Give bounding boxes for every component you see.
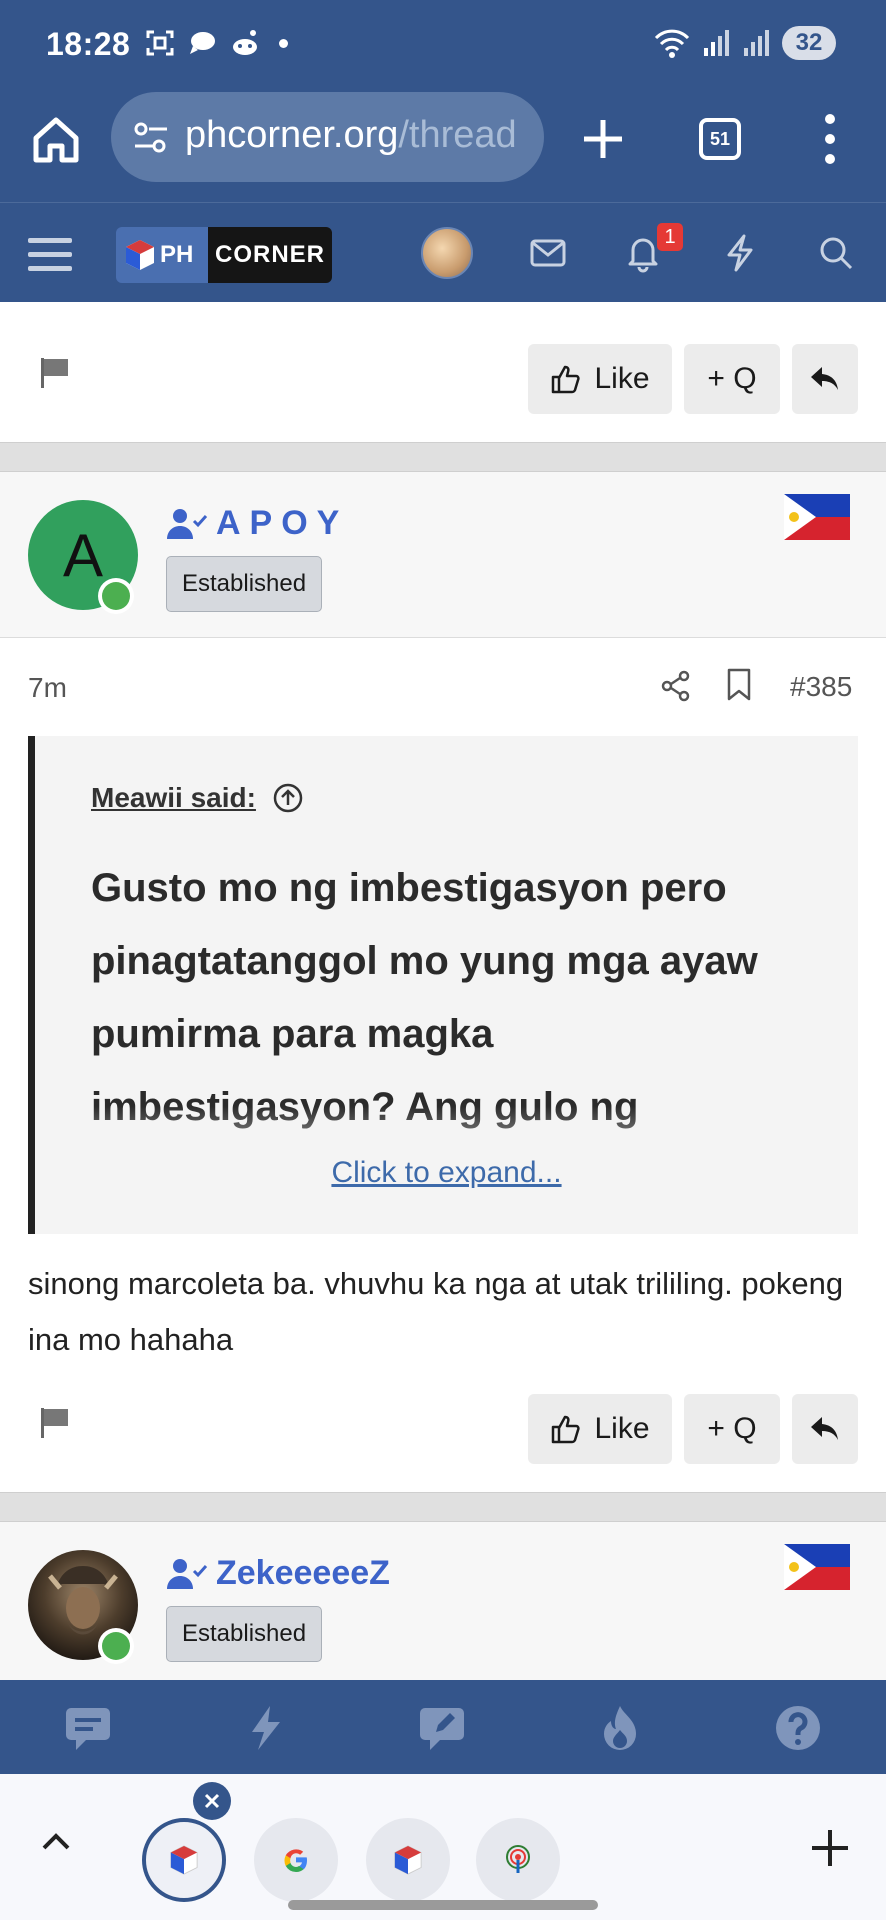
site-header: PH CORNER 1 bbox=[0, 202, 886, 302]
post-number[interactable]: #385 bbox=[790, 671, 852, 703]
search-icon[interactable] bbox=[816, 233, 856, 273]
status-notification-icons bbox=[145, 28, 288, 58]
quote-block: Meawii said: Gusto mo ng imbestigasyon p… bbox=[28, 736, 858, 1234]
close-tab-icon[interactable] bbox=[193, 1782, 231, 1820]
like-label: Like bbox=[594, 362, 650, 395]
author-username-text: APOY bbox=[216, 504, 349, 542]
post-author-header: ZekeeeeeZ Established bbox=[0, 1522, 886, 1680]
tab-google[interactable] bbox=[254, 1818, 338, 1902]
thumbs-up-icon bbox=[552, 1415, 581, 1444]
status-more-dot bbox=[279, 38, 288, 48]
share-icon[interactable] bbox=[660, 670, 692, 702]
reply-icon bbox=[811, 1417, 838, 1440]
phcorner-tab-icon bbox=[394, 1845, 422, 1875]
author-username[interactable]: APOY bbox=[166, 504, 348, 543]
arrow-up-circle-icon[interactable] bbox=[272, 782, 304, 814]
report-flag-icon[interactable] bbox=[38, 1406, 72, 1440]
signal-icon bbox=[704, 30, 729, 56]
verified-user-icon bbox=[167, 1558, 208, 1589]
reddit-icon bbox=[233, 30, 257, 55]
chat-bubble-icon bbox=[190, 32, 215, 54]
mail-icon[interactable] bbox=[528, 233, 568, 273]
status-system-icons: 32 bbox=[652, 26, 836, 60]
user-rank-badge: Established bbox=[166, 1606, 323, 1662]
lightning-icon[interactable] bbox=[720, 233, 760, 273]
tab-phcorner-active[interactable] bbox=[142, 1818, 226, 1902]
site-logo[interactable]: PH CORNER bbox=[116, 227, 332, 283]
address-bar[interactable]: phcorner.org/thread bbox=[111, 92, 544, 182]
quote-line: pinagtatanggol mo yung mga ayaw bbox=[91, 939, 758, 983]
chevron-up-icon[interactable] bbox=[38, 1824, 74, 1860]
quote-text: Gusto mo ng imbestigasyon pero pinagtata… bbox=[91, 852, 841, 1144]
quote-button[interactable]: + Q bbox=[684, 344, 780, 414]
thumbs-up-icon bbox=[552, 365, 581, 394]
chat-icon[interactable] bbox=[64, 1704, 112, 1752]
reply-button[interactable] bbox=[792, 1394, 858, 1464]
post-separator bbox=[0, 1492, 886, 1522]
post-separator bbox=[0, 442, 886, 472]
author-username-text: ZekeeeeeZ bbox=[216, 1554, 390, 1592]
phcorner-tab-icon bbox=[170, 1845, 198, 1875]
url-domain: phcorner.org bbox=[185, 114, 399, 156]
fire-icon[interactable] bbox=[596, 1704, 644, 1752]
wifi-icon bbox=[654, 29, 690, 58]
quote-line: pumirma para magka bbox=[91, 1012, 494, 1056]
logo-cube-icon bbox=[126, 240, 154, 270]
thread-content: Like + Q A APOY Established 7m #385 Meaw… bbox=[0, 302, 886, 1680]
screenshot-icon bbox=[146, 30, 174, 56]
philippines-flag-icon bbox=[784, 494, 850, 540]
post-body: sinong marcoleta ba. vhuvhu ka nga at ut… bbox=[28, 1266, 844, 1357]
like-button[interactable]: Like bbox=[528, 344, 672, 414]
click-to-expand-link[interactable]: Click to expand... bbox=[35, 1156, 858, 1190]
new-tab-icon[interactable] bbox=[580, 116, 626, 162]
site-settings-icon[interactable] bbox=[131, 118, 171, 158]
google-tab-icon bbox=[284, 1849, 307, 1872]
help-icon[interactable] bbox=[774, 1704, 822, 1752]
logo-ph-section: PH bbox=[116, 227, 208, 283]
logo-corner-text: CORNER bbox=[208, 227, 332, 283]
online-status-icon bbox=[98, 578, 134, 614]
hamburger-menu-icon[interactable] bbox=[26, 235, 74, 275]
post-timestamp[interactable]: 7m bbox=[28, 672, 67, 704]
like-button[interactable]: Like bbox=[528, 1394, 672, 1464]
reply-icon bbox=[811, 367, 838, 390]
quote-author-text: Meawii said: bbox=[91, 782, 256, 813]
bookmark-icon[interactable] bbox=[726, 668, 752, 702]
edit-icon[interactable] bbox=[418, 1704, 466, 1752]
author-username[interactable]: ZekeeeeeZ bbox=[166, 1554, 390, 1593]
tab-switcher-button[interactable]: 51 bbox=[699, 118, 741, 160]
user-rank-badge: Established bbox=[166, 556, 323, 612]
browser-toolbar: phcorner.org/thread 51 bbox=[0, 90, 886, 202]
broadcast-tab-icon bbox=[506, 1845, 530, 1873]
gesture-home-indicator[interactable] bbox=[288, 1900, 598, 1910]
user-avatar[interactable] bbox=[421, 227, 473, 279]
forum-bottom-nav bbox=[0, 1680, 886, 1774]
status-time: 18:28 bbox=[46, 26, 131, 62]
url-text: phcorner.org/thread bbox=[185, 114, 517, 157]
philippines-flag-icon bbox=[784, 1544, 850, 1590]
verified-user-icon bbox=[167, 508, 208, 539]
browser-tab-strip bbox=[0, 1774, 886, 1920]
tab-phcorner[interactable] bbox=[366, 1818, 450, 1902]
signal-2-icon bbox=[744, 30, 769, 56]
post-author-header: A APOY Established bbox=[0, 472, 886, 638]
battery-indicator: 32 bbox=[782, 26, 836, 60]
post-meta-row: 7m #385 bbox=[0, 638, 886, 738]
like-label: Like bbox=[594, 1412, 650, 1445]
notification-badge: 1 bbox=[657, 223, 683, 251]
report-flag-icon[interactable] bbox=[38, 356, 72, 390]
lightning-icon[interactable] bbox=[240, 1704, 288, 1752]
reply-button[interactable] bbox=[792, 344, 858, 414]
logo-ph-text: PH bbox=[160, 241, 194, 268]
tab-broadcast[interactable] bbox=[476, 1818, 560, 1902]
add-tab-icon[interactable] bbox=[808, 1826, 852, 1870]
home-icon[interactable] bbox=[28, 112, 84, 168]
quote-button[interactable]: + Q bbox=[684, 1394, 780, 1464]
quote-author[interactable]: Meawii said: bbox=[91, 782, 304, 814]
status-bar: 18:28 32 bbox=[0, 0, 886, 90]
url-path: /thread bbox=[398, 114, 517, 156]
online-status-icon bbox=[98, 1628, 134, 1664]
more-menu-icon[interactable] bbox=[820, 112, 840, 166]
quote-line: Gusto mo ng imbestigasyon pero bbox=[91, 866, 727, 910]
